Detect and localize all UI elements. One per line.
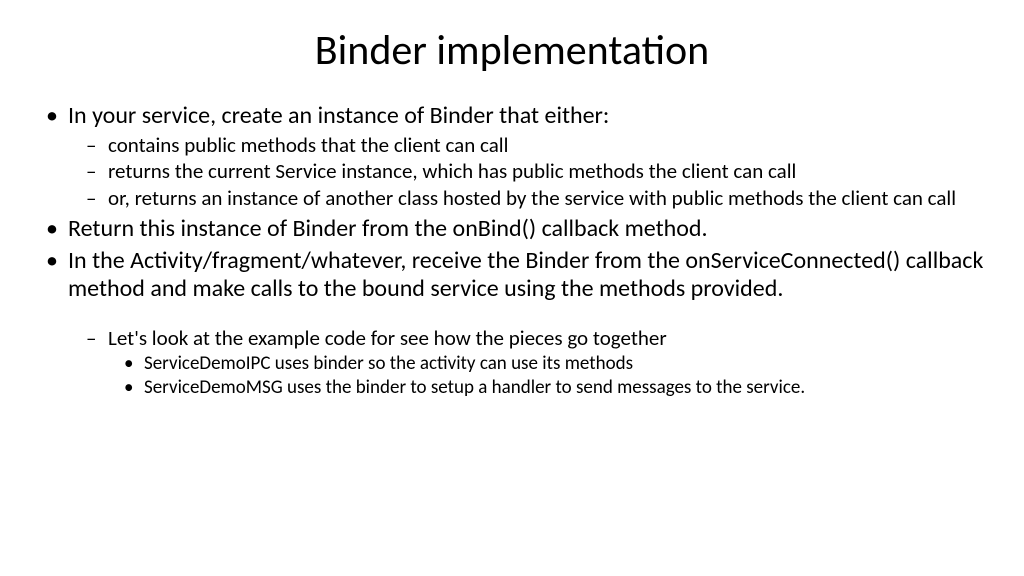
bullet-text: In the Activity/fragment/whatever, recei… <box>68 246 983 303</box>
subsub-bullet-item: ServiceDemoIPC uses binder so the activi… <box>144 353 984 376</box>
bullet-item: Return this instance of Binder from the … <box>68 215 984 243</box>
subsub-bullet-list: ServiceDemoIPC uses binder so the activi… <box>108 353 984 401</box>
sub-bullet-item: contains public methods that the client … <box>108 133 984 158</box>
spacer <box>68 304 984 324</box>
bullet-item: In your service, create an instance of B… <box>68 102 984 211</box>
sub-bullet-text: Let's look at the example code for see h… <box>108 325 667 351</box>
sub-bullet-item: or, returns an instance of another class… <box>108 186 984 211</box>
sub-bullet-list: Let's look at the example code for see h… <box>68 326 984 400</box>
bullet-text: In your service, create an instance of B… <box>68 101 609 130</box>
sub-bullet-item: returns the current Service instance, wh… <box>108 159 984 184</box>
slide: Binder implementation In your service, c… <box>0 0 1024 576</box>
slide-title: Binder implementation <box>40 28 984 74</box>
bullet-list: In your service, create an instance of B… <box>40 102 984 400</box>
bullet-item: In the Activity/fragment/whatever, recei… <box>68 247 984 400</box>
sub-bullet-list: contains public methods that the client … <box>68 133 984 211</box>
sub-bullet-item: Let's look at the example code for see h… <box>108 326 984 400</box>
subsub-bullet-item: ServiceDemoMSG uses the binder to setup … <box>144 377 984 400</box>
